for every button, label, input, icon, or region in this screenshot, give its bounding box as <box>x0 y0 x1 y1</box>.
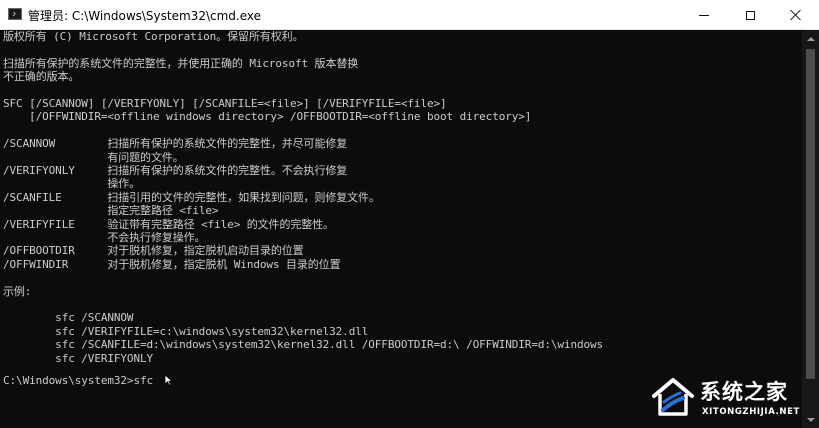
console-line: /OFFWINDIR 对于脱机修复，指定脱机 Windows 目录的位置 <box>3 257 341 271</box>
window-title: 管理员: C:\Windows\System32\cmd.exe <box>28 9 261 23</box>
watermark-title: 系统之家 <box>700 380 788 404</box>
title-bar[interactable]: 管理员: C:\Windows\System32\cmd.exe <box>0 0 819 30</box>
console-line: sfc /SCANFILE=d:\windows\system32\kernel… <box>3 338 604 352</box>
console-output[interactable]: sfc /VERIFYONLY sfc /SCANFILE=d:\windows… <box>0 30 802 428</box>
console-line: 不正确的版本。 <box>3 70 80 84</box>
maximize-icon <box>745 10 755 20</box>
vertical-scrollbar[interactable] <box>802 30 819 428</box>
scrollbar-thumb[interactable] <box>806 49 815 379</box>
site-watermark: 系统之家 XITONGZHIJIA.NET <box>650 374 816 424</box>
console-line: 操作。 <box>3 177 141 191</box>
house-logo-icon <box>652 378 694 416</box>
console-line: 有问题的文件。 <box>3 150 184 164</box>
mouse-pointer-icon <box>164 374 174 386</box>
cmd-window: 管理员: C:\Windows\System32\cmd.exe sfc /VE… <box>0 0 819 428</box>
console-line: /SCANNOW 扫描所有保护的系统文件的完整性，并尽可能修复 <box>3 137 348 151</box>
console-line: sfc /VERIFYFILE=c:\windows\system32\kern… <box>3 324 369 338</box>
console-line: [/OFFWINDIR=<offline windows directory> … <box>3 110 532 124</box>
console-line: /OFFBOOTDIR 对于脱机修复，指定脱机启动目录的位置 <box>3 244 304 258</box>
arrow-up-icon <box>806 36 815 41</box>
cmd-app-icon[interactable] <box>8 8 22 20</box>
console-line: 指定完整路径 <file> <box>3 204 219 218</box>
console-line: 示例: <box>3 284 32 298</box>
minimize-button[interactable] <box>681 0 727 30</box>
console-line: sfc /VERIFYONLY <box>3 351 154 365</box>
console-line: 版权所有 (C) Microsoft Corporation。保留所有权利。 <box>3 30 304 43</box>
console-line: 扫描所有保护的系统文件的完整性，并使用正确的 Microsoft 版本替换 <box>3 56 359 70</box>
scroll-up-button[interactable] <box>802 30 819 47</box>
console-line: sfc /SCANNOW <box>3 311 134 325</box>
console-line: /VERIFYONLY 扫描所有保护的系统文件的完整性。不会执行修复 <box>3 164 348 177</box>
close-button[interactable] <box>773 0 819 30</box>
console-line: SFC [/SCANNOW] [/VERIFYONLY] [/SCANFILE=… <box>3 97 447 110</box>
minimize-icon <box>699 14 709 16</box>
watermark-subtitle: XITONGZHIJIA.NET <box>702 407 800 417</box>
console-line: 不会执行修复操作。 <box>3 231 206 244</box>
console-line: /VERIFYFILE 验证带有完整路径 <file> 的文件的完整性。 <box>3 217 334 231</box>
console-line: /SCANFILE 扫描引用的文件的完整性，如果找到问题，则修复文件。 <box>3 190 380 204</box>
command-prompt-line[interactable]: C:\Windows\system32>sfc <box>3 374 153 387</box>
maximize-button[interactable] <box>727 0 773 30</box>
close-icon <box>790 9 802 21</box>
